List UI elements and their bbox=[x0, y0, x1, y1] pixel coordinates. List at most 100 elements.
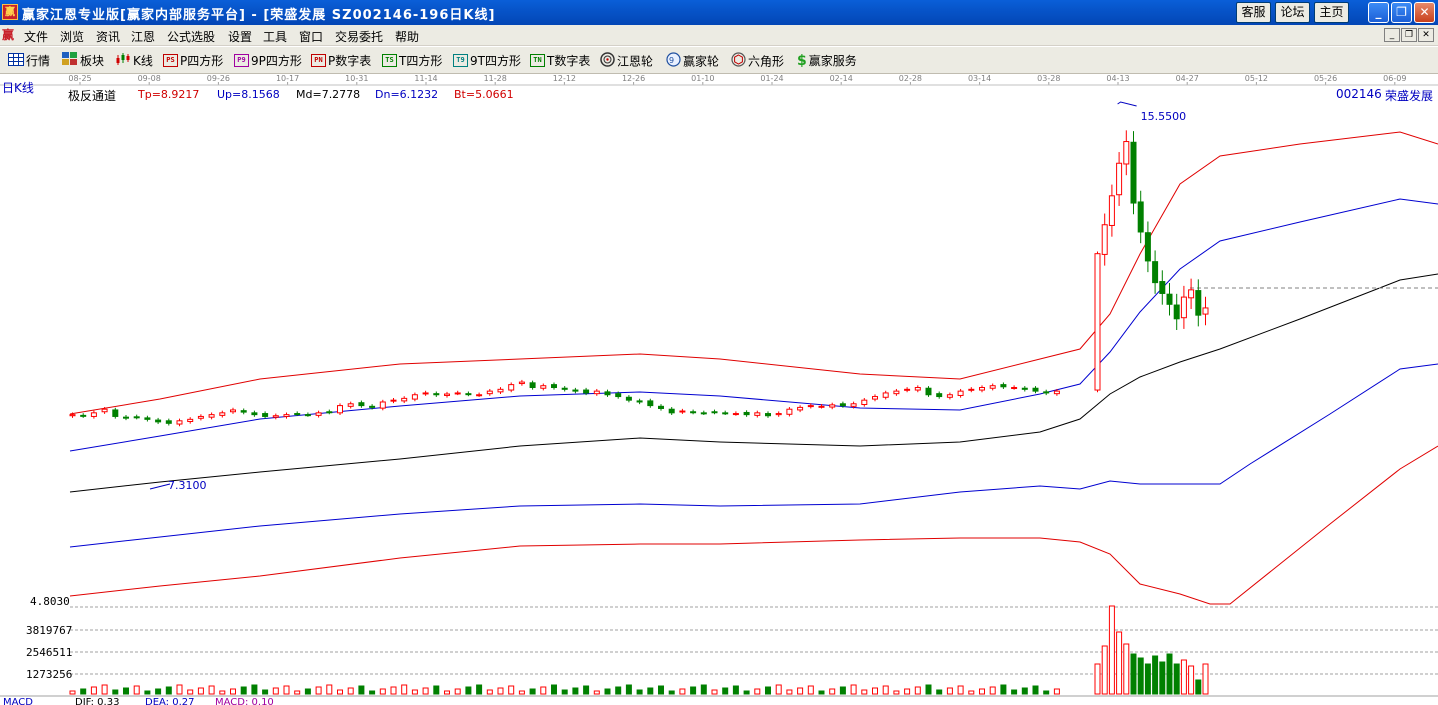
candle-body bbox=[1166, 293, 1173, 305]
volume-bar bbox=[989, 686, 996, 695]
volume-bar bbox=[765, 686, 771, 695]
candle-body bbox=[208, 414, 215, 418]
volume-bar bbox=[1094, 663, 1101, 695]
blocks-icon bbox=[62, 52, 78, 69]
candle-body bbox=[155, 419, 162, 423]
restore-icon[interactable]: ❐ bbox=[1391, 2, 1412, 23]
minimize-icon[interactable]: _ bbox=[1368, 2, 1389, 23]
ps-icon: PS bbox=[163, 54, 178, 67]
tool-hexagon[interactable]: 六角形 bbox=[731, 52, 784, 70]
tool-p-table[interactable]: PN P数字表 bbox=[311, 52, 371, 70]
volume-bar bbox=[379, 688, 386, 695]
tool-sectors[interactable]: 板块 bbox=[62, 52, 104, 70]
candle-body bbox=[551, 384, 557, 389]
volume-bar bbox=[230, 688, 236, 695]
candle-body bbox=[1116, 162, 1123, 196]
tool-kline[interactable]: K线 bbox=[115, 52, 153, 70]
candle-body bbox=[1032, 387, 1039, 392]
volume-bar bbox=[347, 687, 354, 695]
menu-trade[interactable]: 交易委托 bbox=[335, 28, 383, 45]
candle-body bbox=[1180, 296, 1187, 319]
candle-body bbox=[112, 409, 119, 417]
mdi-close-icon[interactable]: ✕ bbox=[1418, 28, 1434, 42]
volume-bar bbox=[337, 689, 343, 695]
candle-body bbox=[1108, 195, 1115, 226]
tool-t-table[interactable]: TN T数字表 bbox=[530, 52, 590, 70]
low-marker-line bbox=[149, 483, 171, 490]
menu-window[interactable]: 窗口 bbox=[299, 28, 323, 45]
menu-logo-icon: 赢 bbox=[2, 28, 15, 42]
volume-bar bbox=[272, 687, 279, 695]
volume-axis-label-low: 1273256 bbox=[26, 668, 73, 681]
candle-body bbox=[893, 390, 900, 395]
volume-bar bbox=[411, 689, 418, 695]
customer-service-button[interactable]: 客服 bbox=[1236, 2, 1271, 23]
volume-bar bbox=[262, 689, 269, 695]
menu-help[interactable]: 帮助 bbox=[395, 28, 419, 45]
menu-browse[interactable]: 浏览 bbox=[60, 28, 84, 45]
tool-t-square[interactable]: TS T四方形 bbox=[382, 52, 442, 70]
volume-bar bbox=[165, 686, 172, 695]
kline-chart-area[interactable]: 08-25 09-08 09-26 10-17 10-31 11-14 11-28 12-12… bbox=[0, 74, 1438, 705]
kline-chart-canvas[interactable]: 08-25 09-08 09-26 10-17 10-31 11-14 11-28 12-12… bbox=[0, 74, 1438, 705]
tn-icon: TN bbox=[530, 54, 545, 67]
volume-bar bbox=[219, 690, 226, 695]
volume-bar bbox=[647, 687, 654, 695]
candle-body bbox=[422, 392, 429, 395]
channel-lower-line bbox=[69, 363, 1438, 548]
candle-body bbox=[636, 400, 643, 403]
date-tick-label: 12-26 bbox=[622, 74, 645, 83]
candle-body bbox=[679, 410, 686, 413]
candle-body bbox=[326, 411, 333, 414]
ts-icon: TS bbox=[382, 54, 397, 67]
menu-settings[interactable]: 设置 bbox=[228, 28, 252, 45]
menu-gann[interactable]: 江恩 bbox=[131, 28, 155, 45]
date-tick-label: 10-17 bbox=[276, 74, 299, 83]
volume-bar bbox=[1108, 605, 1115, 695]
tool-p-square[interactable]: PS P四方形 bbox=[163, 52, 223, 70]
tool-winner-wheel[interactable]: 9 赢家轮 bbox=[666, 52, 719, 70]
tool-winner-service[interactable]: $ 赢家服务 bbox=[797, 52, 857, 70]
tool-9p-square[interactable]: P9 9P四方形 bbox=[234, 52, 302, 70]
tool-gann-wheel[interactable]: 江恩轮 bbox=[600, 52, 653, 70]
candle-body bbox=[230, 409, 236, 413]
stock-name: 荣盛发展 bbox=[1385, 89, 1434, 103]
tool-quotes[interactable]: 行情 bbox=[8, 52, 50, 70]
candle-body bbox=[711, 411, 718, 414]
mdi-restore-icon[interactable]: ❐ bbox=[1401, 28, 1417, 42]
mdi-minimize-icon[interactable]: _ bbox=[1384, 28, 1400, 42]
volume-bar bbox=[80, 688, 87, 695]
date-tick-label: 08-25 bbox=[68, 74, 91, 83]
volume-bar bbox=[1152, 655, 1159, 695]
date-tick-label: 04-27 bbox=[1176, 74, 1199, 83]
candle-body bbox=[272, 415, 279, 418]
date-tick-label: 03-28 bbox=[1037, 74, 1060, 83]
date-tick-label: 05-26 bbox=[1314, 74, 1337, 83]
volume-bar bbox=[401, 684, 408, 695]
volume-bar bbox=[1101, 645, 1108, 695]
forum-button[interactable]: 论坛 bbox=[1275, 2, 1310, 23]
menu-news[interactable]: 资讯 bbox=[96, 28, 120, 45]
t9-icon: T9 bbox=[453, 54, 468, 67]
volume-bar bbox=[743, 690, 750, 695]
menu-formula-select[interactable]: 公式选股 bbox=[167, 28, 215, 45]
indicator-md: Md=7.2778 bbox=[296, 88, 361, 101]
candle-body bbox=[765, 413, 771, 417]
candle-body bbox=[294, 413, 301, 416]
volume-bar bbox=[101, 684, 108, 695]
candle-body bbox=[786, 408, 793, 415]
homepage-button[interactable]: 主页 bbox=[1314, 2, 1349, 23]
candle-body bbox=[529, 382, 536, 389]
candle-body bbox=[572, 389, 579, 392]
close-icon[interactable]: ✕ bbox=[1414, 2, 1435, 23]
candle-body bbox=[807, 405, 814, 408]
volume-bar bbox=[722, 687, 729, 695]
menu-file[interactable]: 文件 bbox=[24, 28, 48, 45]
tool-9t-square[interactable]: T9 9T四方形 bbox=[453, 52, 521, 70]
volume-bar bbox=[123, 687, 129, 695]
menu-tools[interactable]: 工具 bbox=[263, 28, 287, 45]
volume-bar bbox=[904, 688, 911, 695]
volume-bar bbox=[882, 685, 889, 695]
gann-wheel-icon bbox=[600, 52, 615, 70]
volume-bar bbox=[444, 690, 450, 695]
